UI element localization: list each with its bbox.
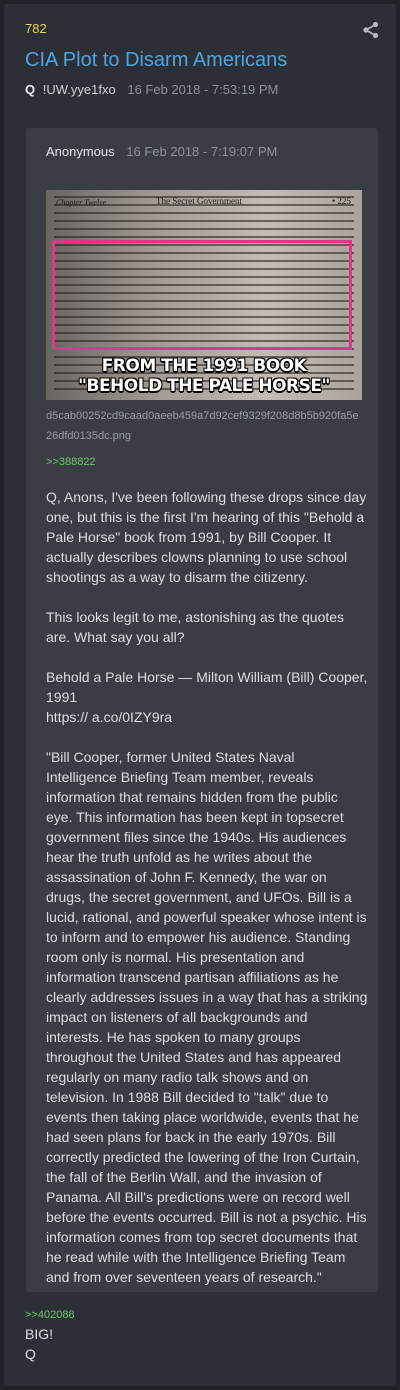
reply-link[interactable]: >>402088 [25, 1309, 75, 1321]
post-author: Q [25, 82, 36, 97]
highlight-box [52, 240, 352, 350]
scan-chapter-label: Chapter Twelve [56, 198, 107, 207]
post-date: 16 Feb 2018 - 7:53:19 PM [127, 82, 279, 97]
post-card: 782 CIA Plot to Disarm Americans Q !UW.y… [4, 4, 396, 1386]
reply-link[interactable]: >>388822 [46, 456, 96, 468]
quoted-post: Anonymous 16 Feb 2018 - 7:19:07 PM Chapt… [26, 128, 378, 1292]
post-title[interactable]: CIA Plot to Disarm Americans [25, 49, 287, 72]
image-filename[interactable]: d5cab00252cd9caad0aeeb459a7d92cef9329f20… [46, 406, 362, 446]
body-paragraph: Q, Anons, I've been following these drop… [46, 489, 367, 585]
body-paragraph: Behold a Pale Horse — Milton William (Bi… [46, 669, 368, 725]
image-caption-line1: FROM THE 1991 BOOK [101, 356, 307, 376]
share-icon[interactable] [362, 21, 380, 39]
quoted-body: Q, Anons, I've been following these drop… [46, 487, 368, 1307]
quoted-post-header: Anonymous 16 Feb 2018 - 7:19:07 PM [46, 144, 277, 159]
post-body: BIG! Q [25, 1326, 54, 1362]
image-caption-line2: "BEHOLD THE PALE HORSE" [78, 376, 330, 396]
scan-header: The Secret Government [156, 196, 242, 206]
quoted-date: 16 Feb 2018 - 7:19:07 PM [126, 144, 278, 159]
quoted-author: Anonymous [46, 144, 115, 159]
post-tripcode: !UW.yye1fxo [42, 82, 116, 97]
body-paragraph: This looks legit to me, astonishing as t… [46, 609, 345, 645]
body-paragraph: "Bill Cooper, former United States Naval… [46, 749, 368, 1285]
post-meta: Q !UW.yye1fxo 16 Feb 2018 - 7:53:19 PM [25, 82, 278, 97]
attached-image[interactable]: Chapter Twelve The Secret Government • 2… [46, 190, 362, 400]
post-number[interactable]: 782 [25, 21, 47, 36]
scan-page-number: • 225 [332, 196, 351, 206]
